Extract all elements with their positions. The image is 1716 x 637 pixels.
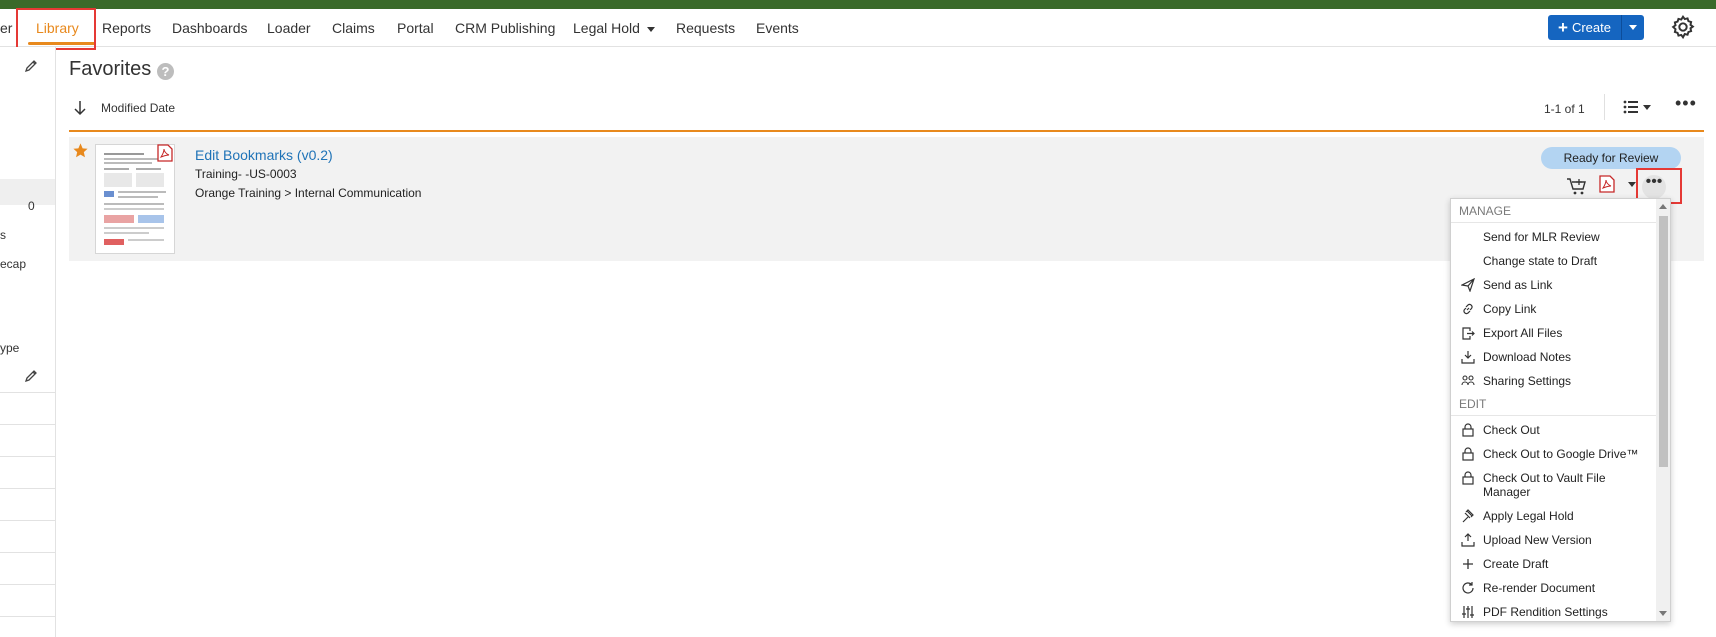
add-to-cart-icon[interactable]	[1566, 176, 1588, 196]
left-panel-item[interactable]: ype	[0, 341, 19, 355]
scrollbar-thumb[interactable]	[1659, 216, 1668, 467]
document-number: Training- -US-0003	[195, 167, 297, 181]
sliders-icon	[1462, 606, 1474, 618]
menu-item-label: Copy Link	[1483, 302, 1537, 316]
users-icon	[1461, 375, 1475, 386]
menu-item-label: Send as Link	[1483, 278, 1553, 292]
pdf-download-icon[interactable]	[1599, 175, 1615, 193]
create-main-button[interactable]: + Create	[1548, 15, 1621, 40]
menu-item-label: Check Out to Google Drive™	[1483, 447, 1639, 461]
gear-icon[interactable]	[1670, 14, 1696, 40]
star-icon[interactable]	[72, 142, 89, 159]
create-label: Create	[1571, 20, 1611, 35]
divider	[0, 584, 55, 585]
menu-item-label: Send for MLR Review	[1483, 230, 1600, 244]
plus-icon: +	[1558, 18, 1568, 37]
menu-item-label: Change state to Draft	[1483, 254, 1598, 268]
divider	[0, 424, 55, 425]
divider	[0, 552, 55, 553]
menu-item-label: Check Out to Vault File Manager	[1483, 471, 1606, 499]
nav-tab-crm-publishing[interactable]: CRM Publishing	[455, 9, 555, 47]
divider	[0, 456, 55, 457]
menu-item-label: PDF Rendition Settings	[1483, 605, 1608, 619]
menu-item-label: Re-render Document	[1483, 581, 1596, 595]
file-export-icon	[1462, 327, 1475, 340]
divider	[0, 520, 55, 521]
upload-tray-icon	[1461, 533, 1475, 547]
highlight-box-library	[16, 8, 96, 50]
nav-tab-requests[interactable]: Requests	[676, 9, 735, 47]
page-title: Favorites	[69, 58, 152, 80]
nav-tab-loader[interactable]: Loader	[267, 9, 311, 47]
left-filter-panel: 0 s ecap ype	[0, 47, 56, 637]
list-view-icon[interactable]	[1623, 98, 1655, 116]
scroll-down-icon[interactable]	[1659, 611, 1667, 616]
pdf-icon	[157, 144, 173, 162]
nav-tab-dashboards[interactable]: Dashboards	[172, 9, 248, 47]
document-title-link[interactable]: Edit Bookmarks (v0.2)	[195, 147, 333, 163]
paging-info: 1-1 of 1	[1544, 102, 1585, 116]
divider	[1451, 415, 1656, 416]
nav-tab-claims[interactable]: Claims	[332, 9, 375, 47]
help-icon[interactable]: ?	[157, 63, 174, 80]
menu-scrollbar[interactable]	[1656, 199, 1670, 621]
divider	[1604, 94, 1605, 120]
document-path: Orange Training > Internal Communication	[195, 186, 422, 200]
refresh-icon	[1462, 582, 1474, 594]
lock-icon	[1462, 447, 1474, 461]
divider	[1451, 222, 1656, 223]
left-panel-count: 0	[28, 199, 35, 213]
menu-item-label: Create Draft	[1483, 557, 1549, 571]
chevron-down-icon[interactable]	[1628, 182, 1636, 187]
document-actions-menu: MANAGE Send for MLR Review Change state …	[1450, 198, 1671, 622]
lock-icon	[1462, 471, 1474, 485]
sort-toolbar: Modified Date 1-1 of 1 •••	[69, 92, 1704, 132]
left-panel-item[interactable]: ecap	[0, 257, 26, 271]
menu-item-label: Check Out	[1483, 423, 1540, 437]
sort-field-label[interactable]: Modified Date	[101, 101, 175, 115]
more-options-icon[interactable]: •••	[1675, 94, 1697, 116]
menu-item-label: Upload New Version	[1483, 533, 1592, 547]
link-icon	[1463, 303, 1473, 315]
chevron-down-icon	[1629, 25, 1637, 30]
paper-plane-icon	[1461, 278, 1475, 292]
nav-tab-portal[interactable]: Portal	[397, 9, 434, 47]
menu-section-manage: MANAGE	[1459, 204, 1512, 218]
chevron-down-icon	[646, 26, 655, 32]
plus-icon	[1463, 559, 1473, 569]
divider	[0, 392, 55, 393]
divider	[0, 616, 55, 617]
nav-tab-reports[interactable]: Reports	[102, 9, 151, 47]
menu-item-label: Apply Legal Hold	[1483, 509, 1574, 523]
left-panel-item[interactable]: s	[0, 228, 6, 242]
main-nav: er Library Reports Dashboards Loader Cla…	[0, 9, 1716, 47]
status-badge: Ready for Review	[1541, 147, 1681, 169]
menu-item-label: Sharing Settings	[1483, 374, 1572, 388]
pencil-icon[interactable]	[24, 59, 38, 73]
menu-section-edit: EDIT	[1459, 397, 1487, 411]
download-tray-icon	[1461, 351, 1475, 364]
nav-tab-legal-hold-label: Legal Hold	[573, 20, 640, 36]
nav-item-partial[interactable]: er	[0, 9, 12, 47]
nav-tab-events[interactable]: Events	[756, 9, 799, 47]
menu-item-label: Export All Files	[1483, 326, 1563, 340]
pencil-icon[interactable]	[24, 369, 38, 383]
nav-tab-legal-hold[interactable]: Legal Hold	[573, 9, 655, 47]
menu-item-label: Download Notes	[1483, 350, 1572, 364]
create-dropdown-toggle[interactable]	[1621, 15, 1644, 40]
arrow-down-icon[interactable]	[73, 100, 87, 116]
scroll-up-icon[interactable]	[1659, 204, 1667, 209]
gavel-icon	[1462, 509, 1474, 523]
divider	[0, 488, 55, 489]
top-color-bar	[0, 0, 1716, 9]
create-button[interactable]: + Create	[1548, 15, 1644, 40]
lock-icon	[1462, 423, 1474, 437]
